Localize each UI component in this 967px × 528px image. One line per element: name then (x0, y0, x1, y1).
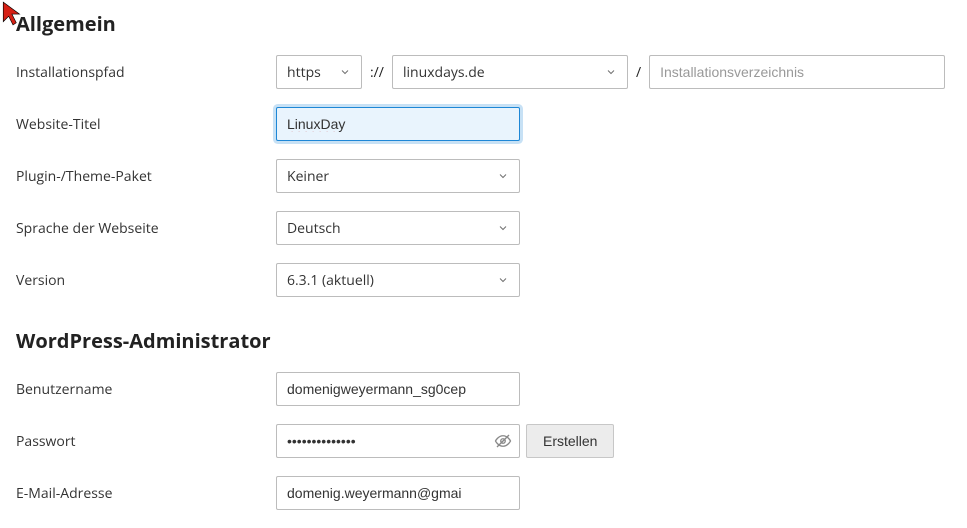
label-email: E-Mail-Adresse (16, 484, 276, 503)
version-value: 6.3.1 (aktuell) (287, 271, 382, 290)
label-version: Version (16, 271, 276, 290)
label-website-title: Website-Titel (16, 115, 276, 134)
scheme-separator: :// (368, 63, 386, 82)
install-dir-input[interactable] (649, 55, 945, 89)
chevron-down-icon (497, 274, 509, 286)
language-select[interactable]: Deutsch (276, 211, 520, 245)
label-plugin-theme: Plugin-/Theme-Paket (16, 167, 276, 186)
email-input[interactable] (276, 476, 520, 510)
label-language: Sprache der Webseite (16, 219, 276, 238)
section-title-admin: WordPress-Administrator (16, 327, 951, 354)
protocol-select[interactable]: https (276, 55, 362, 89)
chevron-down-icon (339, 66, 351, 78)
domain-select[interactable]: linuxdays.de (392, 55, 628, 89)
label-password: Passwort (16, 432, 276, 451)
label-install-path: Installationspfad (16, 63, 276, 82)
protocol-value: https (287, 63, 329, 82)
plugin-theme-select[interactable]: Keiner (276, 159, 520, 193)
domain-value: linuxdays.de (403, 63, 493, 82)
eye-off-icon[interactable] (494, 432, 512, 450)
chevron-down-icon (497, 170, 509, 182)
username-input[interactable] (276, 372, 520, 406)
section-title-general: Allgemein (16, 10, 951, 37)
version-select[interactable]: 6.3.1 (aktuell) (276, 263, 520, 297)
chevron-down-icon (497, 222, 509, 234)
generate-password-button[interactable]: Erstellen (526, 424, 614, 458)
language-value: Deutsch (287, 219, 349, 238)
password-input[interactable] (276, 424, 520, 458)
chevron-down-icon (605, 66, 617, 78)
website-title-input[interactable] (276, 107, 520, 141)
path-separator: / (634, 63, 643, 82)
label-username: Benutzername (16, 380, 276, 399)
plugin-theme-value: Keiner (287, 167, 337, 186)
